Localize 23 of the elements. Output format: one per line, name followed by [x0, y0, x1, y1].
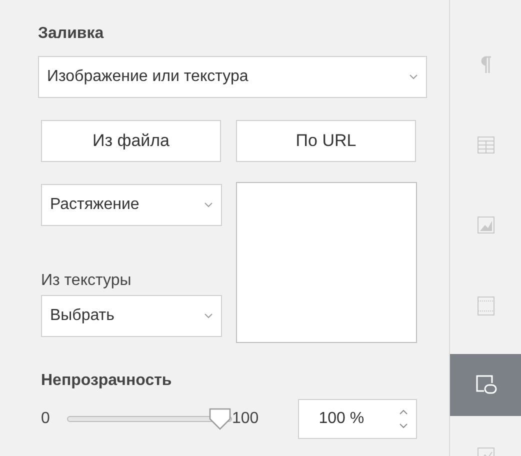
slider-min-label: 0	[41, 409, 51, 429]
chevron-down-icon	[204, 313, 213, 319]
dropdown[interactable]: Изображение или текстура	[38, 56, 427, 98]
opacity-spinner[interactable]: 100 %	[298, 399, 417, 439]
slider-max-label: 100	[232, 409, 259, 429]
upload-button[interactable]: Из файла	[41, 120, 221, 162]
slider-thumb[interactable]	[208, 407, 232, 431]
image-icon	[476, 216, 494, 234]
table-icon	[476, 136, 494, 154]
spinner-arrows-icon	[398, 409, 408, 429]
opacity-slider[interactable]	[67, 407, 232, 431]
dropdown[interactable]: Выбрать	[41, 295, 222, 337]
chevron-down-icon	[409, 74, 418, 80]
chevron-down-icon	[204, 202, 213, 208]
section-title: Заливка	[38, 24, 105, 44]
page-frame-icon	[476, 296, 494, 316]
sidebar-tab[interactable]	[450, 354, 521, 416]
paragraph-icon	[480, 56, 492, 74]
shape-icon	[474, 374, 496, 396]
opacity-title: Непрозрачность	[41, 371, 173, 391]
upload-button[interactable]: По URL	[236, 120, 416, 162]
texture-label: Из текстуры	[41, 271, 132, 291]
dropdown[interactable]: Растяжение	[41, 184, 222, 226]
